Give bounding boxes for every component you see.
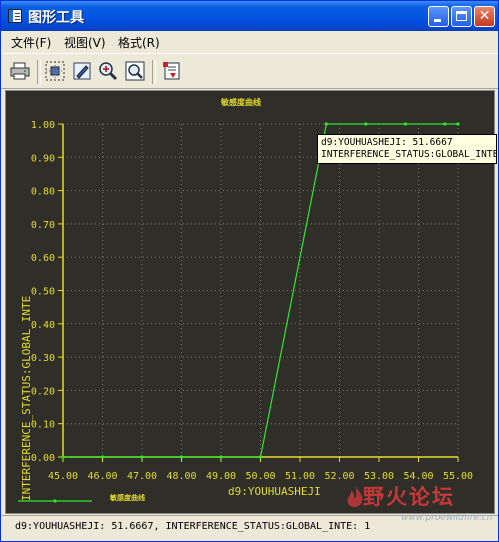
zoom-in-icon[interactable] — [97, 60, 119, 82]
data-point — [324, 122, 328, 126]
legend-swatch-marker — [53, 499, 57, 503]
x-axis-label: d9:YOUHUASHEJI — [228, 485, 321, 498]
export-icon[interactable] — [161, 60, 183, 82]
y-tick-label: 0.20 — [31, 386, 55, 397]
data-point — [219, 455, 223, 459]
y-tick-label: 0.30 — [31, 353, 55, 364]
close-button[interactable]: ✕ — [474, 6, 495, 27]
watermark: 野火论坛 www.proewildfire.cn — [341, 481, 498, 531]
status-text: d9:YOUHUASHEJI: 51.6667, INTERFERENCE_ST… — [15, 521, 371, 532]
data-point — [179, 455, 184, 459]
legend-label: 敏感度曲线 — [110, 494, 145, 502]
data-point — [100, 455, 105, 459]
data-point — [140, 455, 144, 459]
x-tick-label: 47.00 — [127, 471, 157, 482]
menu-view[interactable]: 视图(V) — [64, 34, 106, 51]
data-point — [258, 455, 263, 459]
x-tick-label: 48.00 — [166, 471, 196, 482]
x-tick-label: 51.00 — [285, 471, 315, 482]
print-icon[interactable] — [9, 60, 31, 82]
data-tooltip: d9:YOUHUASHEJI: 51.6667 INTERFERENCE_STA… — [317, 134, 497, 164]
maximize-button[interactable] — [451, 6, 472, 27]
tooltip-line-y: INTERFERENCE_STATUS:GLOBAL_INTE — [321, 149, 497, 160]
minimize-icon — [434, 19, 441, 22]
graph-tool-window: 图形工具 ✕ 文件(F) 视图(V) 格式(R) 0.00 0.10 0.20 — [0, 0, 499, 542]
y-tick-label: 0.00 — [31, 453, 55, 464]
y-tick-label: 0.10 — [31, 420, 55, 431]
data-point — [61, 455, 65, 459]
edit-icon[interactable] — [71, 60, 93, 82]
x-tick-label: 45.00 — [48, 471, 78, 482]
chart-area[interactable]: 0.00 0.10 0.20 0.30 0.40 0.50 0.60 0.70 0.80 0.90… — [5, 90, 497, 514]
tooltip-line-x: d9:YOUHUASHEJI: 51.6667 — [321, 137, 453, 148]
toolbar — [1, 53, 498, 89]
maximize-icon — [456, 11, 467, 21]
data-point — [364, 122, 368, 126]
toolbar-separator — [37, 60, 41, 84]
y-tick-label: 0.90 — [31, 153, 55, 164]
toolbar-separator — [152, 60, 156, 84]
app-icon — [8, 9, 22, 23]
title-bar[interactable]: 图形工具 ✕ — [1, 1, 498, 31]
window-title: 图形工具 — [28, 10, 84, 26]
y-tick-label: 0.80 — [31, 187, 55, 198]
zoom-fit-icon[interactable] — [124, 60, 146, 82]
data-point — [443, 122, 447, 126]
x-tick-label: 49.00 — [206, 471, 236, 482]
data-point — [456, 122, 460, 126]
watermark-text: 野火论坛 — [363, 485, 455, 509]
close-icon: ✕ — [478, 8, 491, 24]
menu-bar: 文件(F) 视图(V) 格式(R) — [1, 31, 498, 52]
chart-title: 敏感度曲线 — [221, 98, 261, 107]
x-tick-label: 50.00 — [245, 471, 275, 482]
y-tick-label: 0.40 — [31, 320, 55, 331]
y-tick-label: 0.70 — [31, 220, 55, 231]
x-tick-label: 46.00 — [87, 471, 117, 482]
series-line — [63, 123, 458, 458]
watermark-url: www.proewildfire.cn — [401, 513, 493, 523]
y-axis-label: INTERFERENCE_STATUS:GLOBAL_INTE — [20, 295, 33, 501]
minimize-button[interactable] — [428, 6, 449, 27]
menu-file[interactable]: 文件(F) — [11, 34, 51, 51]
y-tick-label: 1.00 — [31, 120, 55, 131]
select-grid-icon[interactable] — [44, 60, 66, 82]
y-tick-label: 0.50 — [31, 287, 55, 298]
menu-format[interactable]: 格式(R) — [118, 34, 160, 51]
data-point — [403, 122, 407, 126]
y-tick-label: 0.60 — [31, 253, 55, 264]
